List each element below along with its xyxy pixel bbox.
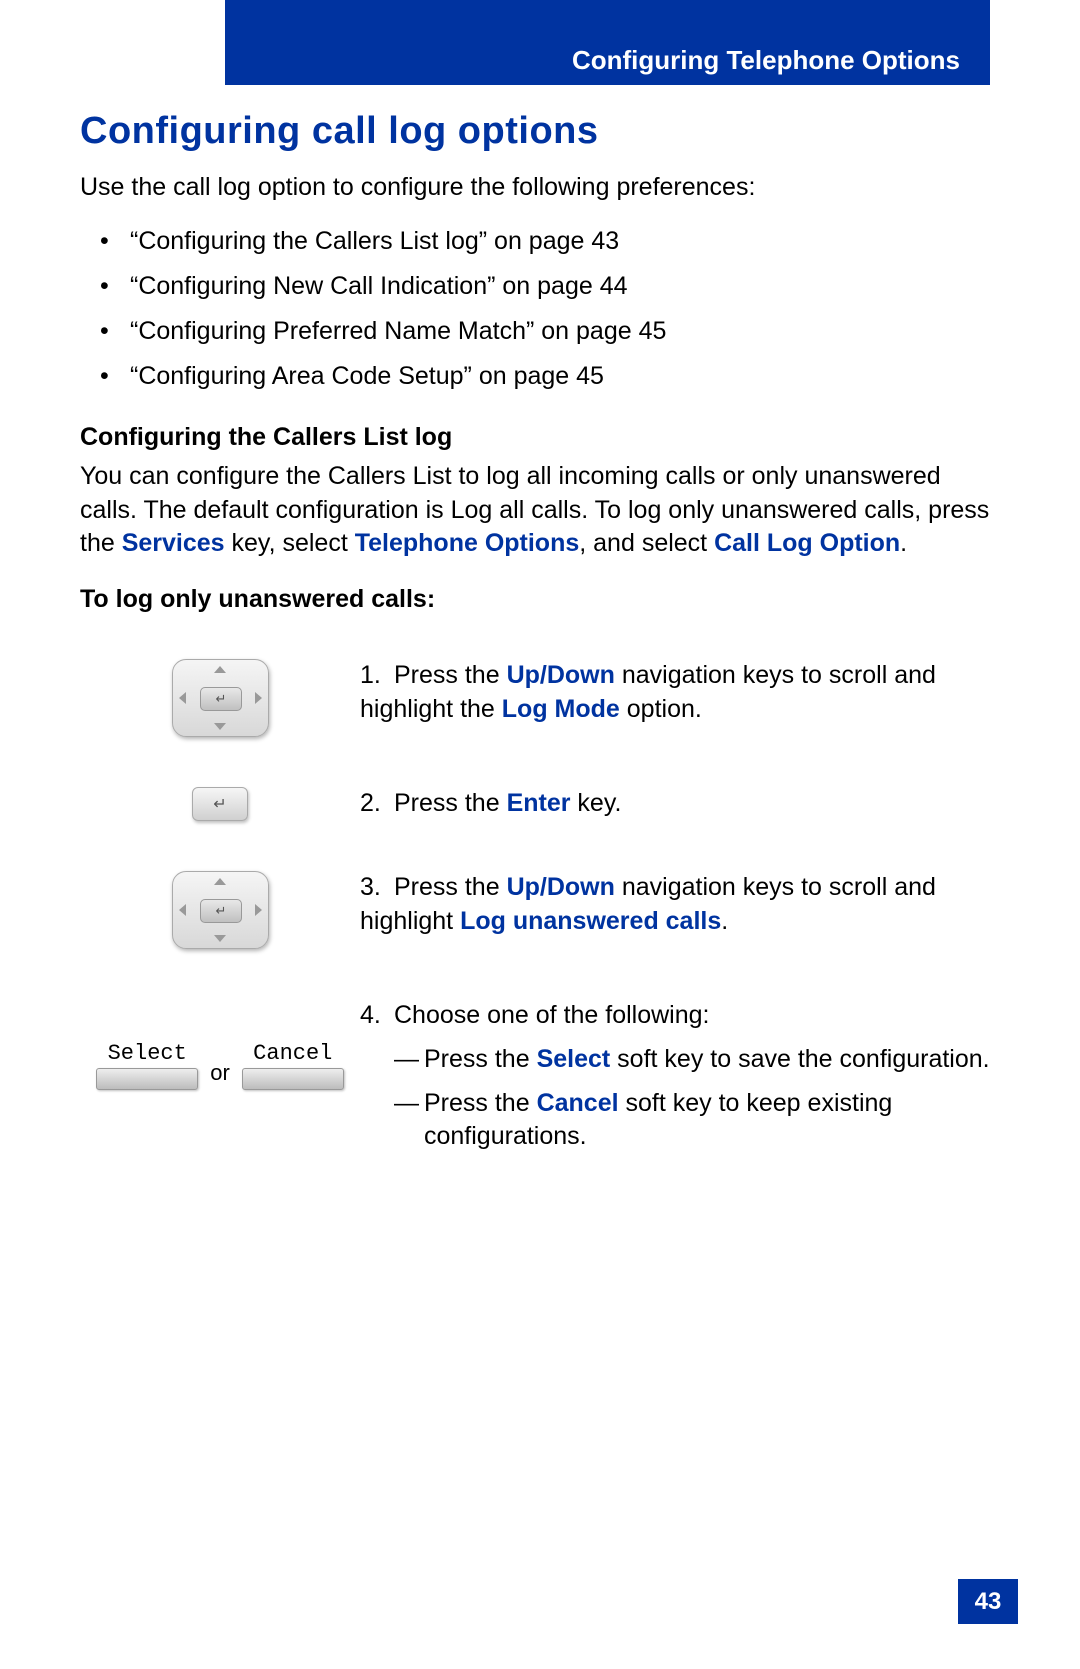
procedure-heading: To log only unanswered calls: [80, 585, 1000, 614]
step-number: 1. [360, 659, 394, 693]
enter-key-icon: ↵ [192, 787, 248, 821]
sub-option-text: Press the [424, 1089, 537, 1117]
page-number-text: 43 [975, 1588, 1002, 1616]
step-text-part: key. [570, 789, 621, 817]
right-arrow-icon [255, 692, 262, 704]
step-icon-cell: ↵ [80, 871, 360, 949]
navigation-pad-icon: ↵ [172, 871, 269, 949]
hl-cancel: Cancel [537, 1089, 619, 1117]
down-arrow-icon [214, 935, 226, 942]
bullet-item: “Configuring New Call Indication” on pag… [80, 264, 1000, 309]
step-icon-cell: ↵ [80, 659, 360, 737]
step-text: 2.Press the Enter key. [360, 787, 1000, 821]
step-row: ↵ 1.Press the Up/Down navigation keys to… [80, 659, 1000, 737]
running-title-text: Configuring Telephone Options [572, 45, 960, 75]
sub-option-text: Press the [424, 1045, 537, 1073]
bullet-item: “Configuring Area Code Setup” on page 45 [80, 354, 1000, 399]
step-text: 3.Press the Up/Down navigation keys to s… [360, 871, 1000, 939]
intro-text: Use the call log option to configure the… [80, 171, 1000, 205]
steps-table: ↵ 1.Press the Up/Down navigation keys to… [80, 659, 1000, 1154]
enter-key-icon: ↵ [200, 687, 242, 711]
step-text-part: Press the [394, 789, 507, 817]
bullet-item: “Configuring the Callers List log” on pa… [80, 219, 1000, 264]
page-title: Configuring call log options [80, 110, 1000, 153]
body-text: key, select [225, 529, 355, 557]
step-row: ↵ 2.Press the Enter key. [80, 787, 1000, 821]
step-number: 2. [360, 787, 394, 821]
page-number: 43 [958, 1579, 1018, 1624]
body-text: . [900, 529, 907, 557]
sub-option: Press the Cancel soft key to keep existi… [360, 1087, 1000, 1155]
hl-telephone-options: Telephone Options [355, 529, 580, 557]
up-arrow-icon [214, 666, 226, 673]
running-header: Configuring Telephone Options [225, 0, 990, 85]
step-icon-cell: ↵ [80, 787, 360, 821]
step-number: 4. [360, 999, 394, 1033]
bullet-item: “Configuring Preferred Name Match” on pa… [80, 309, 1000, 354]
step-icon-cell: Select or Cancel [80, 999, 360, 1090]
left-arrow-icon [179, 692, 186, 704]
section-heading: Configuring the Callers List log [80, 423, 1000, 452]
down-arrow-icon [214, 723, 226, 730]
hl-enter: Enter [507, 789, 571, 817]
right-arrow-icon [255, 904, 262, 916]
cancel-softkey: Cancel [242, 1041, 344, 1090]
select-label: Select [108, 1041, 187, 1066]
hl-services: Services [122, 529, 225, 557]
body-text: , and select [579, 529, 714, 557]
up-arrow-icon [214, 878, 226, 885]
hl-log-unanswered: Log unanswered calls [460, 907, 721, 935]
step-text-part: . [721, 907, 728, 935]
step-text-part: Press the [394, 873, 507, 901]
step-text-part: option. [620, 695, 702, 723]
page-content: Configuring call log options Use the cal… [80, 110, 1000, 1164]
select-button-icon [96, 1068, 198, 1090]
sub-option-text: soft key to save the configuration. [610, 1045, 989, 1073]
step-row: Select or Cancel 4.Choose one of the fol… [80, 999, 1000, 1154]
cancel-button-icon [242, 1068, 344, 1090]
step-text-part: Press the [394, 661, 507, 689]
bullet-list: “Configuring the Callers List log” on pa… [80, 219, 1000, 399]
sub-option: Press the Select soft key to save the co… [360, 1043, 1000, 1077]
hl-select: Select [537, 1045, 611, 1073]
left-arrow-icon [179, 904, 186, 916]
section-body: You can configure the Callers List to lo… [80, 460, 1000, 561]
hl-up-down: Up/Down [507, 873, 615, 901]
navigation-pad-icon: ↵ [172, 659, 269, 737]
enter-key-icon: ↵ [200, 899, 242, 923]
hl-log-mode: Log Mode [502, 695, 620, 723]
softkeys-graphic: Select or Cancel [96, 1041, 344, 1090]
step-row: ↵ 3.Press the Up/Down navigation keys to… [80, 871, 1000, 949]
cancel-label: Cancel [253, 1041, 332, 1066]
step-text: 1.Press the Up/Down navigation keys to s… [360, 659, 1000, 727]
hl-up-down: Up/Down [507, 661, 615, 689]
step-number: 3. [360, 871, 394, 905]
step-intro: Choose one of the following: [394, 1001, 710, 1029]
hl-call-log-option: Call Log Option [714, 529, 900, 557]
or-text: or [208, 1046, 232, 1086]
select-softkey: Select [96, 1041, 198, 1090]
step-text: 4.Choose one of the following: Press the… [360, 999, 1000, 1154]
